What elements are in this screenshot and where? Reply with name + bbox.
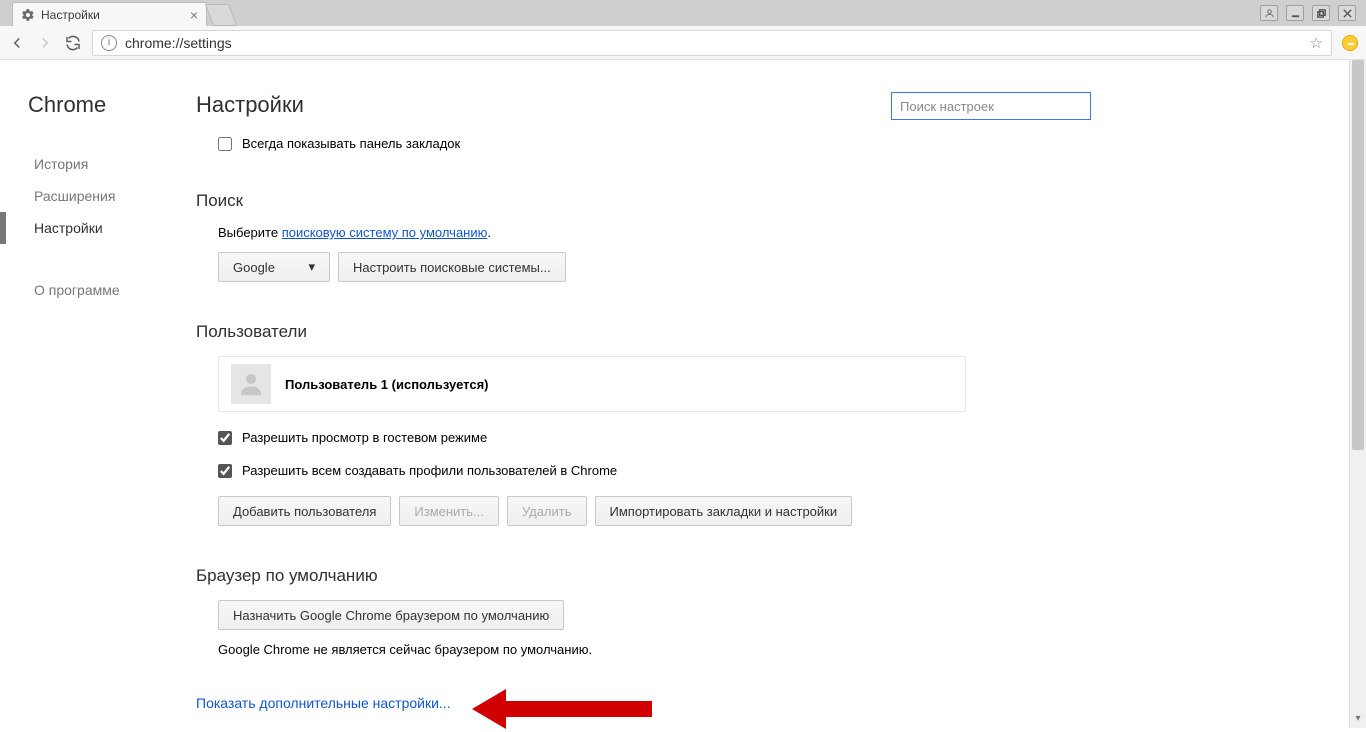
edit-user-button[interactable]: Изменить... bbox=[399, 496, 498, 526]
settings-search-input[interactable] bbox=[891, 92, 1091, 120]
gear-icon bbox=[21, 8, 35, 22]
bookmarks-bar-checkbox-input[interactable] bbox=[218, 137, 232, 151]
page-title: Настройки bbox=[196, 92, 304, 118]
sidebar-item-settings[interactable]: Настройки bbox=[0, 212, 196, 244]
window-controls bbox=[1260, 5, 1360, 21]
window-close-button[interactable] bbox=[1338, 5, 1356, 21]
guest-mode-label: Разрешить просмотр в гостевом режиме bbox=[242, 430, 487, 445]
sidebar: Chrome История Расширения Настройки О пр… bbox=[0, 60, 196, 728]
sidebar-item-about[interactable]: О программе bbox=[0, 274, 196, 306]
address-bar[interactable]: i chrome://settings ☆ bbox=[92, 30, 1332, 56]
import-bookmarks-button[interactable]: Импортировать закладки и настройки bbox=[595, 496, 853, 526]
site-info-icon[interactable]: i bbox=[101, 35, 117, 51]
allow-create-label: Разрешить всем создавать профили пользов… bbox=[242, 463, 617, 478]
nav-reload-button[interactable] bbox=[64, 34, 82, 52]
user-window-icon[interactable] bbox=[1260, 5, 1278, 21]
show-advanced-link[interactable]: Показать дополнительные настройки... bbox=[196, 695, 451, 711]
sidebar-item-history[interactable]: История bbox=[0, 148, 196, 180]
search-engine-select[interactable]: Google ▾ bbox=[218, 252, 330, 282]
url-text: chrome://settings bbox=[125, 35, 232, 51]
bookmark-star-icon[interactable]: ☆ bbox=[1310, 34, 1323, 52]
add-user-button[interactable]: Добавить пользователя bbox=[218, 496, 391, 526]
scrollbar-thumb[interactable] bbox=[1352, 60, 1364, 450]
default-search-link[interactable]: поисковую систему по умолчанию bbox=[282, 225, 488, 240]
allow-create-checkbox-input[interactable] bbox=[218, 464, 232, 478]
avatar-icon bbox=[231, 364, 271, 404]
section-title-users: Пользователи bbox=[196, 322, 1366, 342]
search-desc: Выберите поисковую систему по умолчанию. bbox=[218, 225, 1366, 240]
new-tab-button[interactable] bbox=[205, 4, 237, 26]
current-user-label: Пользователь 1 (используется) bbox=[285, 377, 489, 392]
default-browser-status: Google Chrome не является сейчас браузер… bbox=[218, 642, 1366, 657]
delete-user-button[interactable]: Удалить bbox=[507, 496, 587, 526]
browser-tabstrip: Настройки × bbox=[6, 0, 1260, 26]
current-user-card[interactable]: Пользователь 1 (используется) bbox=[218, 356, 966, 412]
settings-content: Настройки Всегда показывать панель закла… bbox=[196, 60, 1366, 728]
sidebar-item-extensions[interactable]: Расширения bbox=[0, 180, 196, 212]
window-restore-button[interactable] bbox=[1312, 5, 1330, 21]
extension-icon[interactable] bbox=[1342, 35, 1358, 51]
bookmarks-bar-checkbox[interactable]: Всегда показывать панель закладок bbox=[218, 136, 1366, 151]
browser-toolbar: i chrome://settings ☆ bbox=[0, 26, 1366, 60]
close-tab-icon[interactable]: × bbox=[190, 8, 198, 22]
scrollbar-down-icon[interactable]: ▾ bbox=[1350, 710, 1366, 726]
manage-search-engines-button[interactable]: Настроить поисковые системы... bbox=[338, 252, 566, 282]
nav-forward-button[interactable] bbox=[36, 34, 54, 52]
window-minimize-button[interactable] bbox=[1286, 5, 1304, 21]
tab-title: Настройки bbox=[41, 8, 100, 22]
set-default-browser-button[interactable]: Назначить Google Chrome браузером по умо… bbox=[218, 600, 564, 630]
window-titlebar: Настройки × bbox=[0, 0, 1366, 26]
browser-tab-active[interactable]: Настройки × bbox=[12, 2, 207, 26]
brand-label: Chrome bbox=[0, 92, 196, 118]
bookmarks-bar-label: Всегда показывать панель закладок bbox=[242, 136, 460, 151]
guest-mode-checkbox-input[interactable] bbox=[218, 431, 232, 445]
section-title-search: Поиск bbox=[196, 191, 1366, 211]
vertical-scrollbar[interactable]: ▾ bbox=[1349, 60, 1366, 728]
guest-mode-checkbox[interactable]: Разрешить просмотр в гостевом режиме bbox=[218, 430, 1366, 445]
allow-create-checkbox[interactable]: Разрешить всем создавать профили пользов… bbox=[218, 463, 1366, 478]
section-title-default-browser: Браузер по умолчанию bbox=[196, 566, 1366, 586]
nav-back-button[interactable] bbox=[8, 34, 26, 52]
chevron-down-icon: ▾ bbox=[308, 259, 315, 275]
annotation-arrow-icon bbox=[472, 686, 652, 732]
